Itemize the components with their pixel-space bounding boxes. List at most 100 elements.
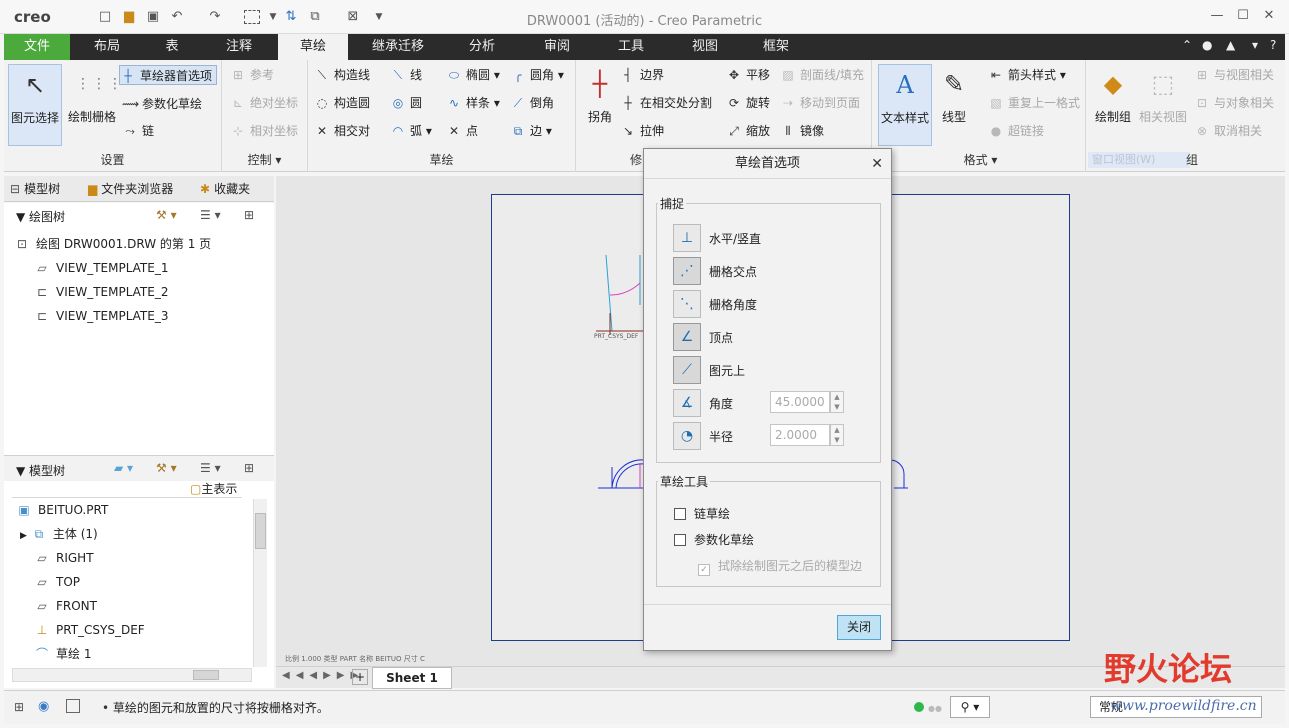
tree-item-view-template-3[interactable]: ⊏ VIEW_TEMPLATE_3 xyxy=(34,305,169,327)
line-style-button[interactable]: ✎ 线型 xyxy=(936,64,972,146)
reference-button[interactable]: ⊞ 参考 xyxy=(230,65,274,85)
tab-folder-browser[interactable]: ▆ 文件夹浏览器 xyxy=(88,180,173,197)
angle-spinner[interactable]: ▲ ▼ xyxy=(830,391,844,413)
tree-item-top[interactable]: ▱ TOP xyxy=(34,571,80,593)
grid-intersection-icon[interactable]: ⋰ xyxy=(673,257,701,285)
graduation-cap-icon[interactable]: ▲ xyxy=(1226,38,1235,52)
repeat-format-button[interactable]: ▧ 重复上一格式 xyxy=(988,93,1080,113)
tab-table[interactable]: 表 xyxy=(140,34,204,60)
text-style-button[interactable]: A 文本样式 xyxy=(878,64,932,146)
tab-annotate[interactable]: 注释 xyxy=(204,34,274,60)
chevron-down-icon[interactable]: ▾ xyxy=(1252,38,1258,52)
tree-item-part[interactable]: ▣ BEITUO.PRT xyxy=(16,499,108,521)
chain-button[interactable]: ⤳ 链 xyxy=(122,121,154,141)
tab-review[interactable]: 审阅 xyxy=(526,34,588,60)
construction-circle-button[interactable]: ◌ 构造圆 xyxy=(314,93,370,113)
maximize-button[interactable]: ☐ xyxy=(1230,6,1256,26)
tree-filter-icon[interactable]: ⊞ xyxy=(244,461,254,475)
relate-to-object-button[interactable]: ⊡ 与对象相关 xyxy=(1194,93,1274,113)
tree-filter-icon[interactable]: ⊞ xyxy=(244,208,254,222)
tree-item-drawing-sheet[interactable]: ⊡ 绘图 DRW0001.DRW 的第 1 页 xyxy=(14,233,211,255)
model-tree-horizontal-scrollbar[interactable] xyxy=(12,668,252,682)
erase-model-edges-box[interactable]: ✓ xyxy=(698,564,710,576)
group-format-label[interactable]: 格式 ▾ xyxy=(876,151,1085,168)
tab-file[interactable]: 文件 xyxy=(4,34,70,60)
column-header[interactable]: ▢主表示 xyxy=(12,478,242,498)
add-sheet-button[interactable]: + xyxy=(352,669,368,685)
group-control-label[interactable]: 控制 ▾ xyxy=(222,151,307,168)
scrollbar-thumb[interactable] xyxy=(255,513,266,549)
horizontal-vertical-icon[interactable]: ⊥ xyxy=(673,224,701,252)
help-icon[interactable]: ? xyxy=(1270,38,1276,52)
tab-frame[interactable]: 框架 xyxy=(748,34,804,60)
unrelate-button[interactable]: ⊗ 取消相关 xyxy=(1194,121,1262,141)
draw-group-button[interactable]: ◆ 绘制组 xyxy=(1090,64,1136,146)
tree-item-sketch[interactable]: ⌒ 草绘 1 xyxy=(34,643,91,665)
draw-grid-button[interactable]: ⋮⋮⋮ 绘制栅格 xyxy=(64,64,122,146)
parametric-sketch-box[interactable] xyxy=(674,534,686,546)
stretch-button[interactable]: ↘ 拉伸 xyxy=(620,121,664,141)
dialog-close-button[interactable]: 关闭 xyxy=(837,615,881,640)
grid-angle-icon[interactable]: ⋱ xyxy=(673,290,701,318)
tree-item-csys[interactable]: ⊥ PRT_CSYS_DEF xyxy=(34,619,145,641)
hammer-tools-icon[interactable]: ⚒ ▾ xyxy=(156,461,177,475)
move-to-page-button[interactable]: ⇢ 移动到页面 xyxy=(780,93,860,113)
sketcher-preferences-button[interactable]: ┼ 草绘器首选项 xyxy=(119,65,218,85)
tab-layout[interactable]: 布局 xyxy=(74,34,140,60)
find-binoculars-button[interactable]: ⚲ ▾ xyxy=(950,696,990,718)
circle-button[interactable]: ◎ 圆 xyxy=(390,93,422,113)
spline-button[interactable]: ∿ 样条 ▾ xyxy=(446,93,500,113)
edge-button[interactable]: ⧉ 边 ▾ xyxy=(510,121,552,141)
on-entity-icon[interactable]: ⟋ xyxy=(673,356,701,384)
chain-sketch-checkbox[interactable]: 链草绘 xyxy=(674,505,730,522)
dialog-close-icon[interactable]: ✕ xyxy=(871,149,883,179)
section-fill-button[interactable]: ▨ 剖面线/填充 xyxy=(780,65,864,85)
chamfer-button[interactable]: ⟋ 倒角 xyxy=(510,93,554,113)
tree-item-right[interactable]: ▱ RIGHT xyxy=(34,547,93,569)
parametric-sketch-checkbox[interactable]: 参数化草绘 xyxy=(674,531,754,548)
translate-button[interactable]: ✥ 平移 xyxy=(726,65,770,85)
scale-button[interactable]: ⤢ 缩放 xyxy=(726,121,770,141)
structure-icon[interactable]: ⊞ xyxy=(14,700,24,714)
erase-model-edges-checkbox[interactable]: ✓ 拭除绘制图元之后的模型边 xyxy=(698,557,862,576)
corner-button[interactable]: ┼ 拐角 xyxy=(580,64,620,146)
tree-item-body[interactable]: ▶ ⧉ 主体 (1) xyxy=(20,523,98,545)
rotate-button[interactable]: ⟳ 旋转 xyxy=(726,93,770,113)
absolute-coordinates-button[interactable]: ⊾ 绝对坐标 xyxy=(230,93,298,113)
tab-favorites[interactable]: ✱ 收藏夹 xyxy=(200,180,250,197)
sheet-tab[interactable]: Sheet 1 xyxy=(372,667,452,689)
arrow-style-button[interactable]: ⇤ 箭头样式 ▾ xyxy=(988,65,1066,85)
tree-item-view-template-1[interactable]: ▱ VIEW_TEMPLATE_1 xyxy=(34,257,168,279)
radius-input[interactable]: 2.0000 xyxy=(770,424,830,446)
vertex-icon[interactable]: ∠ xyxy=(673,323,701,351)
tab-analysis[interactable]: 分析 xyxy=(450,34,514,60)
radius-spinner[interactable]: ▲ ▼ xyxy=(830,424,844,446)
tab-model-tree[interactable]: ⊟ 模型树 xyxy=(10,180,60,197)
angle-input[interactable]: 45.0000 xyxy=(770,391,830,413)
minimize-button[interactable]: — xyxy=(1204,6,1230,26)
angle-icon[interactable]: ∡ xyxy=(673,389,701,417)
close-button[interactable]: ✕ xyxy=(1256,6,1282,26)
hyperlink-button[interactable]: ● 超链接 xyxy=(988,121,1044,141)
user-icon[interactable]: ● xyxy=(1202,38,1212,52)
chain-sketch-box[interactable] xyxy=(674,508,686,520)
point-button[interactable]: ✕ 点 xyxy=(446,121,478,141)
browser-globe-icon[interactable]: ◉ xyxy=(38,699,49,714)
drawing-tree-header[interactable]: ▼ 绘图树 xyxy=(4,204,274,230)
ellipse-button[interactable]: ⬭ 椭圆 ▾ xyxy=(446,65,500,85)
scrollbar-thumb[interactable] xyxy=(193,670,219,680)
tab-tools[interactable]: 工具 xyxy=(600,34,662,60)
split-at-intersect-button[interactable]: ┼ 在相交处分割 xyxy=(620,93,712,113)
intersect-button[interactable]: ✕ 相交对 xyxy=(314,121,370,141)
related-view-button[interactable]: ⬚ 相关视图 xyxy=(1136,64,1190,146)
hammer-tools-icon[interactable]: ⚒ ▾ xyxy=(156,208,177,222)
mirror-button[interactable]: ⫴ 镜像 xyxy=(780,121,824,141)
parametric-sketch-button[interactable]: ⟿ 参数化草绘 xyxy=(122,94,202,114)
fillet-button[interactable]: ╭ 圆角 ▾ xyxy=(510,65,563,85)
relate-to-view-button[interactable]: ⊞ 与视图相关 xyxy=(1194,65,1274,85)
expand-arrow-icon[interactable]: ▶ xyxy=(20,531,27,541)
line-button[interactable]: ⟍ 线 xyxy=(390,65,422,85)
boundary-button[interactable]: ┤ 边界 xyxy=(620,65,664,85)
tree-settings-icon[interactable]: ☰ ▾ xyxy=(200,461,221,475)
display-style-icon[interactable]: ▰ ▾ xyxy=(114,461,133,475)
